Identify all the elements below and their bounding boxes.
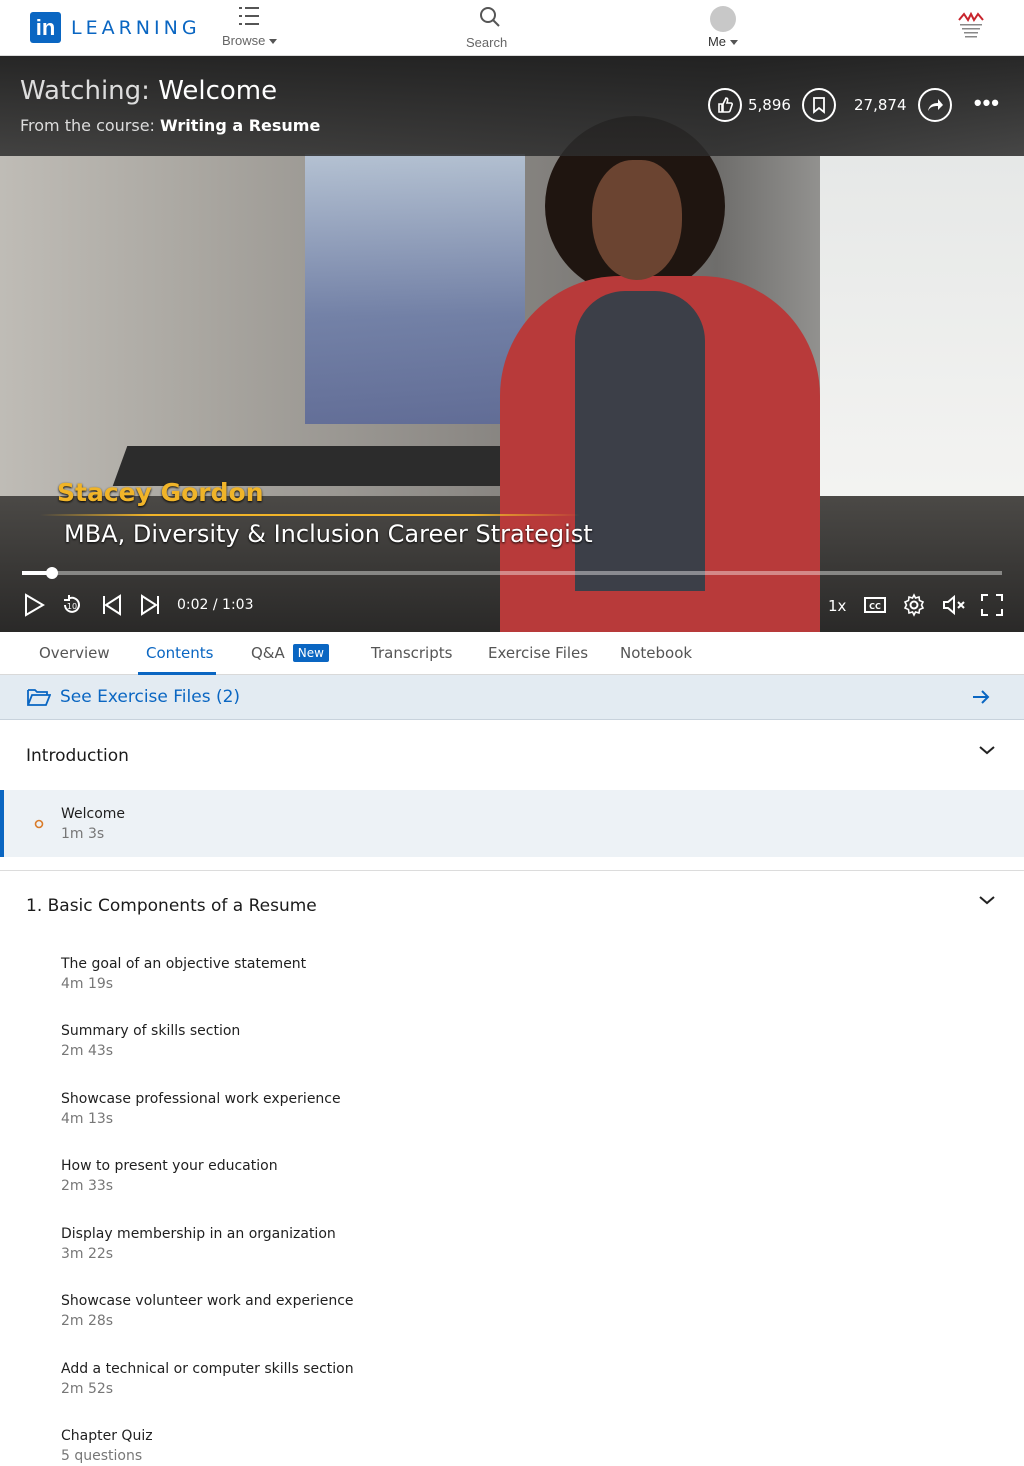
chevron-down-icon[interactable]	[978, 744, 996, 756]
course-prefix: From the course:	[20, 116, 155, 135]
svg-text:10: 10	[67, 602, 77, 611]
list-item-duration: 2m 52s	[61, 1381, 114, 1397]
section-title-introduction[interactable]: Introduction	[26, 746, 129, 766]
video-frame-window	[820, 156, 1024, 516]
linkedin-logo-icon: in	[30, 12, 61, 43]
avatar	[710, 6, 736, 32]
list-item-title: Showcase professional work experience	[61, 1091, 341, 1107]
list-item-title: Add a technical or computer skills secti…	[61, 1361, 354, 1377]
share-arrow-icon	[928, 99, 943, 111]
list-item[interactable]: Add a technical or computer skills secti…	[61, 1361, 354, 1397]
tab-notebook[interactable]: Notebook	[620, 644, 692, 662]
list-item-title: The goal of an objective statement	[61, 956, 307, 972]
watching-prefix: Watching:	[20, 76, 150, 106]
list-menu-icon	[238, 7, 259, 25]
share-button[interactable]	[918, 88, 952, 122]
browse-label: Browse	[222, 33, 266, 48]
lower-third-divider	[40, 514, 580, 516]
caret-down-icon	[269, 39, 278, 45]
list-item-duration: 2m 43s	[61, 1043, 114, 1059]
chevron-down-icon[interactable]	[978, 894, 996, 906]
tab-qa[interactable]: Q&A New	[251, 644, 329, 662]
like-count: 5,896	[748, 96, 791, 114]
see-exercise-files-link[interactable]: See Exercise Files (2)	[60, 687, 240, 707]
section-title-basic-components[interactable]: 1. Basic Components of a Resume	[26, 896, 317, 916]
course-title-link[interactable]: Writing a Resume	[160, 116, 320, 135]
top-nav-bar: in LEARNING Browse Search Me	[0, 0, 1024, 56]
previous-icon[interactable]	[100, 593, 124, 617]
list-item[interactable]: How to present your education 2m 33s	[61, 1158, 278, 1194]
folder-open-icon	[27, 689, 51, 706]
list-item-title: Chapter Quiz	[61, 1428, 153, 1444]
browse-menu[interactable]: Browse	[222, 4, 278, 48]
svg-text:CC: CC	[869, 602, 881, 611]
presenter-role: MBA, Diversity & Inclusion Career Strate…	[64, 520, 593, 548]
list-item[interactable]: Showcase professional work experience 4m…	[61, 1091, 341, 1127]
save-button[interactable]	[802, 88, 836, 122]
list-item-current[interactable]: Welcome 1m 3s	[0, 790, 1024, 857]
presenter-face	[592, 160, 682, 280]
like-button[interactable]	[708, 88, 742, 122]
caret-down-icon	[730, 40, 739, 46]
search-nav[interactable]: Search	[466, 4, 507, 50]
list-item-duration: 4m 13s	[61, 1111, 114, 1127]
video-frame-painting	[305, 154, 525, 424]
list-item[interactable]: Summary of skills section 2m 43s	[61, 1023, 240, 1059]
me-label: Me	[707, 34, 727, 49]
next-icon[interactable]	[138, 593, 162, 617]
tab-qa-label: Q&A	[251, 644, 285, 662]
list-item[interactable]: Display membership in an organization 3m…	[61, 1226, 336, 1262]
video-player[interactable]: Watching: Welcome From the course: Writi…	[0, 56, 1024, 632]
exercise-files-bar[interactable]: See Exercise Files (2)	[0, 675, 1024, 720]
presenter-shirt	[575, 291, 705, 591]
settings-gear-icon[interactable]	[902, 593, 926, 617]
list-item[interactable]: The goal of an objective statement 4m 19…	[61, 956, 306, 992]
video-progress-bar[interactable]	[22, 567, 1002, 579]
video-title: Watching: Welcome	[20, 76, 277, 106]
learning-wordmark: LEARNING	[71, 16, 201, 39]
search-label: Search	[466, 35, 508, 50]
list-item-duration: 3m 22s	[61, 1246, 114, 1262]
tab-exercise-files[interactable]: Exercise Files	[488, 644, 588, 662]
list-item-title: Showcase volunteer work and experience	[61, 1293, 354, 1309]
me-menu[interactable]: Me	[703, 4, 743, 49]
video-timecode: 0:02 / 1:03	[177, 597, 254, 613]
list-item-duration: 2m 28s	[61, 1313, 114, 1329]
list-item[interactable]: Showcase volunteer work and experience 2…	[61, 1293, 354, 1329]
list-item-duration: 5 questions	[61, 1448, 143, 1464]
search-icon	[479, 7, 500, 27]
list-item-title: Display membership in an organization	[61, 1226, 336, 1242]
list-item[interactable]: Chapter Quiz 5 questions	[61, 1428, 153, 1464]
list-item-duration: 1m 3s	[61, 826, 105, 842]
list-item-duration: 2m 33s	[61, 1178, 114, 1194]
in-progress-circle-icon	[34, 819, 44, 829]
play-icon[interactable]	[22, 593, 46, 617]
save-count: 27,874	[854, 96, 907, 114]
list-item-title: Welcome	[61, 806, 126, 822]
tab-overview[interactable]: Overview	[39, 644, 110, 662]
list-item-duration: 4m 19s	[61, 976, 114, 992]
thumbs-up-icon	[718, 97, 733, 113]
mute-icon[interactable]	[941, 593, 967, 617]
more-options-icon[interactable]: •••	[974, 90, 1000, 116]
course-tabs: Overview Contents Q&A New Transcripts Exe…	[0, 632, 1024, 675]
fullscreen-icon[interactable]	[980, 593, 1004, 617]
playback-speed-button[interactable]: 1x	[828, 597, 846, 615]
watching-title: Welcome	[158, 76, 278, 106]
arrow-right-icon[interactable]	[972, 689, 990, 705]
presenter-name: Stacey Gordon	[57, 478, 264, 507]
linkedin-learning-logo[interactable]: in LEARNING	[30, 12, 201, 43]
list-item-title: How to present your education	[61, 1158, 278, 1174]
tab-transcripts[interactable]: Transcripts	[371, 644, 452, 662]
tab-contents[interactable]: Contents	[146, 644, 213, 662]
list-item-title: Summary of skills section	[61, 1023, 241, 1039]
bookmark-icon	[813, 97, 825, 114]
new-badge: New	[292, 644, 329, 662]
rewind-10-icon[interactable]: 10	[60, 593, 84, 617]
closed-captions-icon[interactable]: CC	[863, 593, 887, 617]
course-subtitle: From the course: Writing a Resume	[20, 116, 320, 135]
section-divider	[0, 870, 1024, 871]
organization-logo-icon[interactable]	[954, 10, 988, 44]
